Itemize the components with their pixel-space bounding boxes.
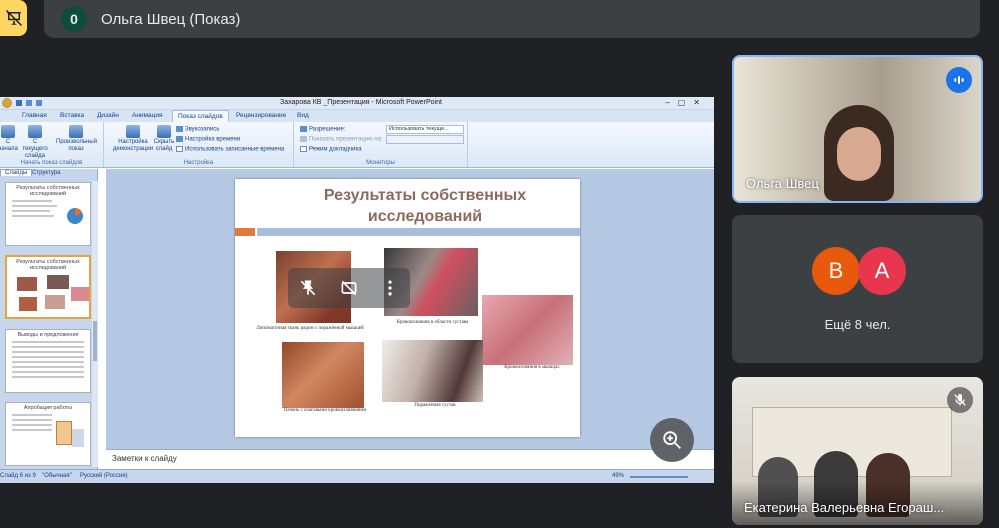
resolution-label: Разрешение: bbox=[300, 126, 345, 133]
tab-design[interactable]: Дизайн bbox=[97, 112, 119, 119]
caption: Кровоизлияния в области сустава bbox=[396, 320, 469, 325]
tab-review[interactable]: Рецензирование bbox=[236, 112, 286, 119]
photo-muscles bbox=[482, 295, 573, 365]
tab-outline[interactable]: Структура bbox=[32, 170, 60, 176]
zoom-in-icon bbox=[663, 431, 681, 449]
use-timings-checkbox[interactable]: Использовать записанные времена bbox=[176, 146, 284, 153]
presenter-view-checkbox[interactable]: Режим докладчика bbox=[300, 146, 362, 153]
participant-tile[interactable]: Ольга Швец bbox=[732, 55, 983, 203]
presentation-bar: 0 Ольга Швец (Показ) bbox=[44, 0, 980, 38]
others-tile[interactable]: В А Ещё 8 чел. bbox=[732, 215, 983, 363]
caption: Липоматозная ткань рядом с поражённой мы… bbox=[256, 326, 364, 331]
presentation-stop-icon bbox=[5, 9, 22, 27]
mic-small-icon bbox=[176, 126, 183, 132]
caption: Поражённая сустав bbox=[414, 403, 456, 408]
more-options-icon[interactable] bbox=[380, 278, 400, 298]
photo-hoof bbox=[382, 340, 483, 402]
custom-show-button[interactable]: Произвольный показ bbox=[56, 125, 97, 153]
play-current-icon bbox=[28, 125, 42, 138]
zoom-level: 49% bbox=[612, 473, 625, 479]
ribbon-tabs: Главная Вставка Дизайн Анимация Показ сл… bbox=[0, 110, 714, 122]
slide-divider-bar bbox=[257, 228, 580, 236]
play-icon bbox=[1, 125, 15, 138]
participant-tile[interactable]: Екатерина Валерьевна Егораш... bbox=[732, 377, 983, 525]
rehearse-timings-button[interactable]: Настройка времени bbox=[176, 136, 240, 143]
setup-icon bbox=[126, 125, 140, 138]
record-narration-button[interactable]: Звукозапись bbox=[176, 126, 219, 133]
show-on-select[interactable] bbox=[386, 135, 464, 144]
video-overlay-controls bbox=[288, 268, 410, 308]
avatar: А bbox=[858, 247, 906, 295]
tab-slides[interactable]: Слайды bbox=[0, 169, 33, 176]
ribbon-group-monitors: Разрешение: Использовать текуще... Показ… bbox=[294, 122, 468, 167]
caption: Кровоизлияния в мышцах bbox=[504, 365, 560, 370]
resolution-select[interactable]: Использовать текуще... bbox=[386, 125, 464, 134]
pin-off-icon[interactable] bbox=[298, 278, 318, 298]
ribbon-group-start: С начала С текущего слайда Произвольный … bbox=[0, 122, 104, 167]
show-on-label: Показать презентацию на: bbox=[300, 136, 383, 143]
shared-screen: Захарова КВ _Презентация - Microsoft Pow… bbox=[0, 97, 714, 483]
monitor-icon bbox=[300, 126, 307, 132]
zoom-in-button[interactable] bbox=[650, 418, 694, 462]
window-controls[interactable]: –▢✕ bbox=[665, 98, 708, 107]
clock-icon bbox=[176, 136, 183, 142]
mic-off-icon bbox=[947, 387, 973, 413]
zoom-slider[interactable] bbox=[630, 476, 688, 478]
presenter-label: Ольга Швец (Показ) bbox=[101, 10, 241, 28]
theme-name: "Обычная" bbox=[42, 473, 72, 479]
hide-slide-button[interactable]: Скрыть слайд bbox=[150, 125, 178, 153]
checkbox-icon bbox=[300, 146, 307, 152]
tab-view[interactable]: Вид bbox=[297, 112, 309, 119]
speaking-indicator-icon bbox=[946, 67, 972, 93]
slide-accent-bar bbox=[235, 228, 255, 236]
notes-pane[interactable]: Заметки к слайду bbox=[106, 449, 714, 468]
ribbon-group-setup: Настройка демонстрации Скрыть слайд Звук… bbox=[104, 122, 294, 167]
from-current-button[interactable]: С текущего слайда bbox=[20, 125, 50, 160]
quick-access-toolbar[interactable] bbox=[2, 98, 72, 108]
ribbon-group-label: Настройка bbox=[183, 160, 214, 166]
slide-thumbnail[interactable]: Апробация работы bbox=[5, 402, 91, 466]
slide-thumbnail-selected[interactable]: Результаты собственных исследований bbox=[5, 255, 91, 319]
current-slide[interactable]: Результаты собственных исследований Липо… bbox=[235, 179, 580, 437]
tab-animation[interactable]: Анимация bbox=[132, 112, 163, 119]
pie-chart-icon bbox=[67, 208, 83, 224]
slide-title: Результаты собственных исследований bbox=[323, 187, 527, 225]
window-title: Захарова КВ _Презентация - Microsoft Pow… bbox=[280, 99, 442, 106]
caption: Печень с очаговыми кровоизлияниями bbox=[283, 408, 367, 413]
status-bar: Слайд 6 из 9 "Обычная" Русский (Россия) … bbox=[0, 469, 714, 483]
tab-home[interactable]: Главная bbox=[22, 112, 47, 119]
avatar: В bbox=[812, 247, 860, 295]
ribbon-group-label: Мониторы bbox=[366, 160, 395, 166]
from-start-button[interactable]: С начала bbox=[0, 125, 20, 153]
tab-slideshow[interactable]: Показ слайдов bbox=[172, 110, 229, 122]
participant-count-badge: 0 bbox=[61, 6, 87, 32]
presentation-icon[interactable] bbox=[0, 0, 27, 36]
slide-thumbnail[interactable]: Выводы и предложения bbox=[5, 329, 91, 393]
monitor-icon bbox=[300, 136, 307, 142]
slides-panel: Слайды Структура Результаты собственных … bbox=[0, 169, 98, 469]
participant-name: Ольга Швец bbox=[746, 176, 819, 191]
panel-tabs: Слайды Структура bbox=[0, 169, 98, 179]
ribbon-group-label: Начать показ слайдов bbox=[20, 160, 83, 166]
panel-scrollbar[interactable] bbox=[92, 181, 98, 467]
photo-liver bbox=[282, 342, 364, 408]
ribbon: С начала С текущего слайда Произвольный … bbox=[0, 122, 714, 168]
tab-insert[interactable]: Вставка bbox=[60, 112, 84, 119]
custom-show-icon bbox=[69, 125, 83, 138]
more-participants-label: Ещё 8 чел. bbox=[824, 317, 891, 332]
hide-slide-icon bbox=[157, 125, 171, 138]
frame-off-icon[interactable] bbox=[339, 278, 359, 298]
slide-thumbnail[interactable]: Результаты собственных исследований bbox=[5, 182, 91, 246]
checkbox-icon bbox=[176, 146, 183, 152]
language: Русский (Россия) bbox=[80, 473, 128, 479]
participant-name: Екатерина Валерьевна Егораш... bbox=[744, 500, 945, 515]
slide-index: Слайд 6 из 9 bbox=[0, 473, 36, 479]
window-titlebar: Захарова КВ _Презентация - Microsoft Pow… bbox=[0, 97, 714, 110]
